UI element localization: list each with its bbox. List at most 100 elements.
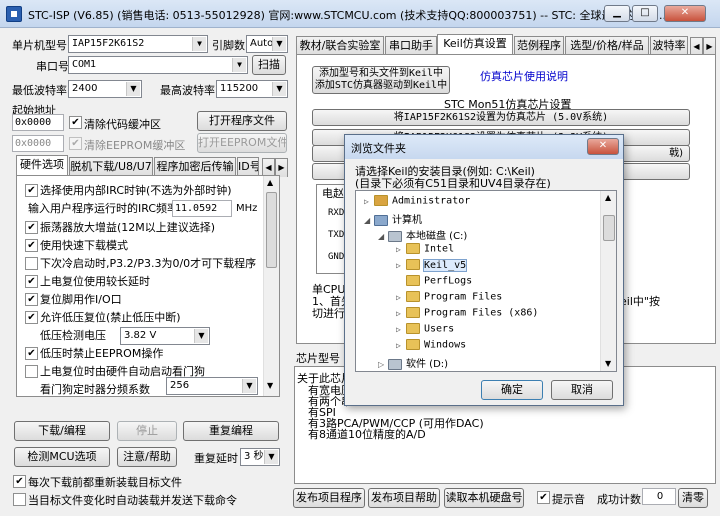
chip-model-label: 芯片型号 xyxy=(296,352,340,365)
clear-code-checkbox[interactable]: ✔ xyxy=(69,116,82,129)
tree-item-computer[interactable]: ◢ 计算机 xyxy=(364,211,422,226)
min-baud-label: 最低波特率 xyxy=(12,84,67,97)
success-count-value: 0 xyxy=(642,488,676,505)
close-button[interactable]: ✕ xyxy=(664,5,706,22)
repeat-delay-select[interactable]: 3 秒 ▼ xyxy=(240,448,280,466)
scroll-down-icon[interactable]: ▼ xyxy=(605,359,611,368)
pin-count-select[interactable]: Auto ▼ xyxy=(246,35,288,53)
add-to-keil-button[interactable]: 添加型号和头文件到Keil中 添加STC仿真器驱动到Keil中 xyxy=(312,66,450,94)
dialog-ok-button[interactable]: 确定 xyxy=(481,380,543,400)
tab-serial-assistant[interactable]: 串口助手 xyxy=(385,36,437,55)
low-voltage-select[interactable]: 3.82 V ▼ xyxy=(120,327,210,345)
option-irc-clock-checkbox[interactable]: ✔ xyxy=(25,184,38,197)
scroll-thumb[interactable] xyxy=(603,215,615,241)
low-voltage-label: 低压检测电压 xyxy=(40,329,106,342)
reload-before-download-label: 每次下载前都重新装载目标文件 xyxy=(28,476,182,489)
option-amp-gain-checkbox[interactable]: ✔ xyxy=(25,221,38,234)
chevron-down-icon: ▼ xyxy=(232,58,246,72)
download-button[interactable]: 下载/编程 xyxy=(14,421,110,441)
scan-button[interactable]: 扫描 xyxy=(252,55,286,75)
read-disk-id-button[interactable]: 读取本机硬盘号 xyxy=(444,488,524,508)
tab-examples[interactable]: 范例程序 xyxy=(514,36,564,55)
tree-item-administrator[interactable]: ▷ Administrator xyxy=(364,195,470,207)
scroll-up-icon[interactable]: ▲ xyxy=(267,178,273,187)
tab-encrypted-transfer[interactable]: 程序加密后传输 xyxy=(154,157,236,176)
open-eeprom-button[interactable]: 打开EEPROM文件 xyxy=(197,133,287,153)
scroll-down-icon[interactable]: ▼ xyxy=(267,381,273,390)
tree-item-intel[interactable]: ▷ Intel xyxy=(396,243,454,255)
chevron-down-icon: ▼ xyxy=(272,82,286,96)
min-baud-select[interactable]: 2400 ▼ xyxy=(68,80,142,98)
detect-mcu-button[interactable]: 检测MCU选项 xyxy=(14,447,110,467)
option-reset-io-checkbox[interactable]: ✔ xyxy=(25,293,38,306)
prompt-sound-label: 提示音 xyxy=(552,493,585,506)
irc-freq-input[interactable]: 11.0592 xyxy=(172,200,232,217)
help-button[interactable]: 注意/帮助 xyxy=(117,447,177,467)
scroll-thumb[interactable] xyxy=(266,192,277,268)
tree-item-users[interactable]: ▷ Users xyxy=(396,323,454,335)
max-baud-select[interactable]: 115200 ▼ xyxy=(216,80,288,98)
tab-textbook[interactable]: 教材/联合实验室 xyxy=(296,36,384,55)
folder-icon xyxy=(406,323,420,334)
success-count-label: 成功计数 xyxy=(597,493,641,506)
option-eeprom-lock-checkbox[interactable]: ✔ xyxy=(25,347,38,360)
reload-before-download-checkbox[interactable]: ✔ xyxy=(13,475,26,488)
sim-help-link[interactable]: 仿真芯片使用说明 xyxy=(480,68,568,84)
tab-id-number[interactable]: ID号 xyxy=(237,157,259,176)
circuit-label: 电赵 xyxy=(322,187,344,200)
option-amp-gain-label: 振荡器放大增益(12M以上建议选择) xyxy=(40,221,216,234)
auto-send-checkbox[interactable] xyxy=(13,493,26,506)
option-eeprom-lock-label: 低压时禁止EEPROM操作 xyxy=(40,347,164,360)
open-program-button[interactable]: 打开程序文件 xyxy=(197,111,287,131)
clear-count-button[interactable]: 清零 xyxy=(678,488,708,508)
watchdog-divider-select[interactable]: 256 ▼ xyxy=(166,377,258,395)
option-reset-io-label: 复位脚用作I/O口 xyxy=(40,293,122,306)
chevron-down-icon: ▼ xyxy=(272,37,286,51)
scroll-up-icon[interactable]: ▲ xyxy=(605,193,611,202)
reprogram-button[interactable]: 重复编程 xyxy=(183,421,279,441)
set-5v-button[interactable]: 将IAP15F2K61S2设置为仿真芯片 (5.0V系统) xyxy=(312,109,690,126)
eeprom-addr-input[interactable]: 0x0000 xyxy=(12,135,64,152)
tree-item-keil-v5[interactable]: ▷ Keil_v5 xyxy=(396,258,468,272)
dialog-close-button[interactable]: ✕ xyxy=(587,138,619,155)
option-fast-download-checkbox[interactable]: ✔ xyxy=(25,239,38,252)
chevron-down-icon: ▼ xyxy=(192,37,206,51)
serial-port-select[interactable]: COM1 ▼ xyxy=(68,56,248,74)
dialog-cancel-button[interactable]: 取消 xyxy=(551,380,613,400)
publish-help-button[interactable]: 发布项目帮助 xyxy=(368,488,440,508)
tree-item-program-files[interactable]: ▷ Program Files xyxy=(396,291,502,303)
tree-item-program-files-x86[interactable]: ▷ Program Files (x86) xyxy=(396,307,538,319)
tab-offline-download[interactable]: 脱机下载/U8/U7 xyxy=(69,157,153,176)
folder-icon xyxy=(406,291,420,302)
tree-item-local-disk-c[interactable]: ◢ 本地磁盘 (C:) xyxy=(378,227,467,242)
folder-icon xyxy=(406,259,420,270)
tab-hardware-options[interactable]: 硬件选项 xyxy=(16,155,68,176)
maximize-button[interactable]: □ xyxy=(632,5,658,22)
stop-button[interactable]: 停止 xyxy=(117,421,177,441)
tab-keil-sim[interactable]: Keil仿真设置 xyxy=(437,34,513,55)
tree-item-windows[interactable]: ▷ Windows xyxy=(396,339,466,351)
publish-program-button[interactable]: 发布项目程序 xyxy=(293,488,365,508)
folder-icon xyxy=(406,243,420,254)
prompt-sound-checkbox[interactable]: ✔ xyxy=(537,491,550,504)
tree-item-disk-d[interactable]: ▷ 软件 (D:) xyxy=(378,355,448,370)
option-cold-boot-label: 下次冷启动时,P3.2/P3.3为0/0才可下载程序 xyxy=(40,257,257,270)
mcu-type-select[interactable]: IAP15F2K61S2 ▼ xyxy=(68,35,208,53)
tree-item-perflogs[interactable]: PerfLogs xyxy=(396,275,472,287)
tab-baud[interactable]: 波特率 xyxy=(650,36,688,55)
options-scrollbar[interactable]: ▲ ▼ xyxy=(263,176,279,396)
user-icon xyxy=(374,195,388,206)
irc-freq-unit: MHz xyxy=(236,203,258,214)
code-addr-input[interactable]: 0x0000 xyxy=(12,114,64,131)
option-watchdog-checkbox[interactable] xyxy=(25,365,38,378)
minimize-button[interactable]: ▁ xyxy=(604,5,630,22)
option-long-delay-checkbox[interactable]: ✔ xyxy=(25,275,38,288)
tree-scrollbar[interactable]: ▲ ▼ xyxy=(600,191,616,371)
pin-count-label: 引脚数 xyxy=(212,39,245,52)
irc-freq-label: 输入用户程序运行时的IRC频率 xyxy=(28,202,179,215)
folder-tree[interactable]: ▷ Administrator ◢ 计算机 ◢ 本地磁盘 (C:) ▷ Intel ▷ K… xyxy=(355,190,617,372)
option-low-voltage-reset-checkbox[interactable]: ✔ xyxy=(25,311,38,324)
clear-eeprom-checkbox[interactable]: ✔ xyxy=(69,137,82,150)
tab-selection[interactable]: 选型/价格/样品 xyxy=(565,36,649,55)
option-cold-boot-checkbox[interactable] xyxy=(25,257,38,270)
